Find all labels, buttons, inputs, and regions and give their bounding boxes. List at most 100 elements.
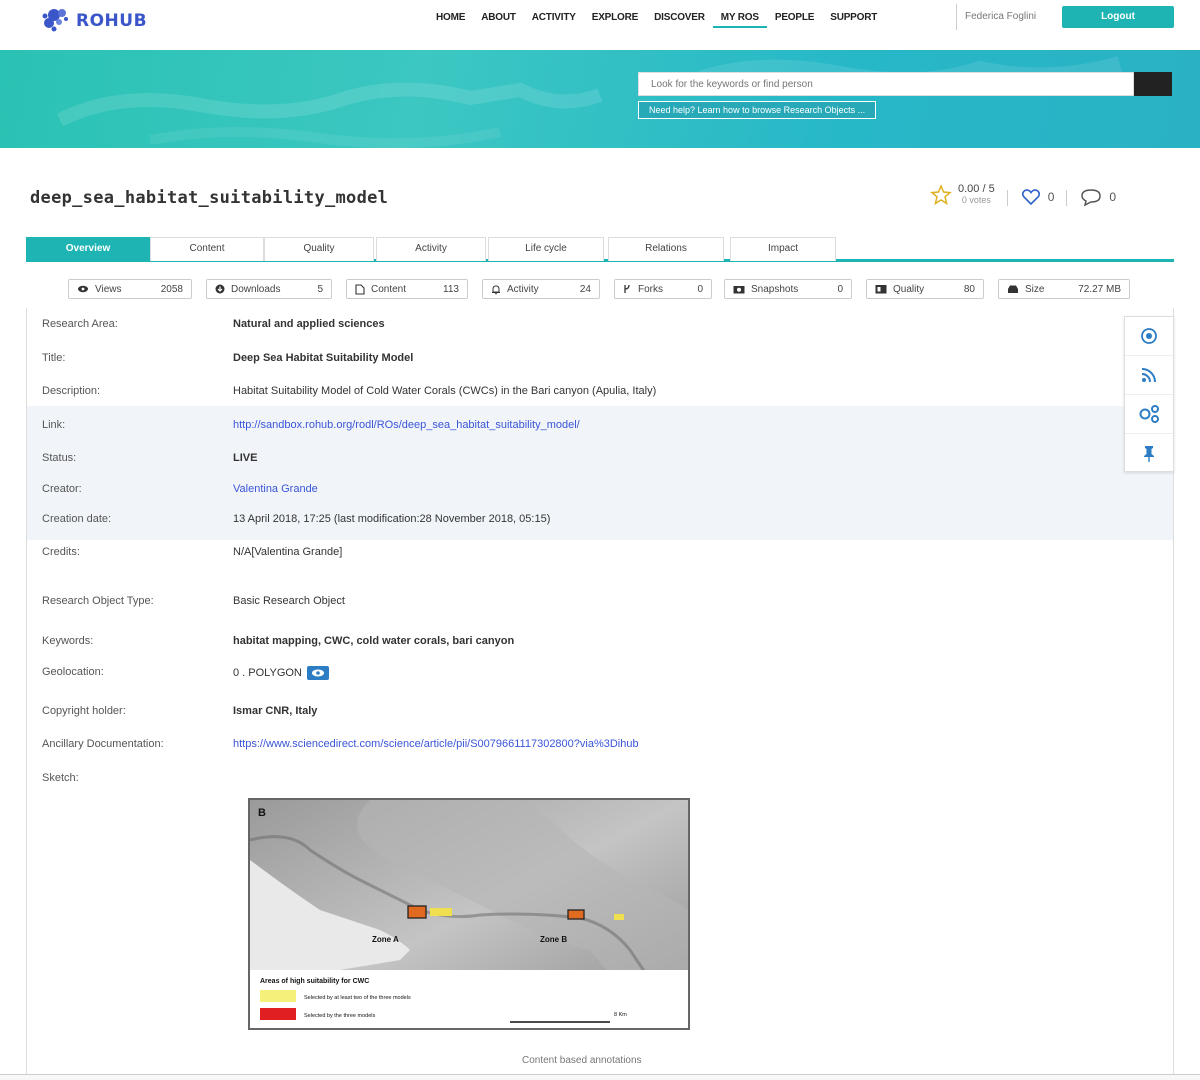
rss-button[interactable] <box>1125 356 1173 395</box>
comment-icon[interactable] <box>1079 186 1103 208</box>
tab-relations[interactable]: Relations <box>608 237 724 261</box>
stat-snapshots[interactable]: Snapshots 0 <box>724 279 852 299</box>
nav-discover[interactable]: DISCOVER <box>646 9 713 28</box>
detail-label: Creator: <box>42 483 82 495</box>
detail-value: habitat mapping, CWC, cold water corals,… <box>233 635 515 647</box>
stat-value: 24 <box>579 283 591 295</box>
stat-label: Views <box>95 283 122 295</box>
detail-value: Natural and applied sciences <box>233 318 385 330</box>
help-button[interactable]: Need help? Learn how to browse Research … <box>638 101 877 119</box>
search-icon <box>638 72 650 84</box>
stat-activity[interactable]: Activity 24 <box>482 279 600 299</box>
file-icon <box>355 283 365 295</box>
stat-content[interactable]: Content 113 <box>346 279 468 299</box>
eye-icon <box>311 669 324 677</box>
bathymetry-map-image: B Zone A Zone B Areas of high suitabilit… <box>250 800 688 1028</box>
camera-icon <box>733 286 745 294</box>
nav-home[interactable]: HOME <box>428 9 473 28</box>
logo-text: ROHUB <box>76 11 148 31</box>
main-nav: HOME ABOUT ACTIVITY EXPLORE DISCOVER MY … <box>428 9 885 28</box>
ro-rating-bar: 0.00 / 5 0 votes 0 0 <box>930 184 1116 210</box>
detail-label: Geolocation: <box>42 666 104 678</box>
tab-content[interactable]: Content <box>150 237 264 261</box>
view-map-button[interactable] <box>306 666 329 680</box>
zone-a-label: Zone A <box>372 935 399 944</box>
creator-link[interactable]: Valentina Grande <box>233 483 318 495</box>
scale-bar-label: 8 Km <box>614 1012 627 1018</box>
search-banner: Need help? Learn how to browse Research … <box>0 50 1200 148</box>
stat-size[interactable]: Size 72.27 MB <box>998 279 1130 299</box>
legend-title: Areas of high suitability for CWC <box>260 978 369 985</box>
horizontal-scrollbar[interactable] <box>0 1074 1200 1080</box>
stat-quality[interactable]: Quality 80 <box>866 279 984 299</box>
detail-label: Link: <box>42 419 66 431</box>
rating-value: 0.00 / 5 <box>958 183 995 195</box>
stat-downloads[interactable]: Downloads 5 <box>206 279 332 299</box>
detail-label: Description: <box>42 385 101 397</box>
stat-value: 0 <box>697 283 703 295</box>
rss-icon <box>1141 368 1156 383</box>
nav-people[interactable]: PEOPLE <box>767 9 822 28</box>
detail-label: Credits: <box>42 546 80 558</box>
tab-activity[interactable]: Activity <box>376 237 486 261</box>
search-bar <box>638 72 1172 96</box>
detail-label: Keywords: <box>42 635 94 647</box>
search-input[interactable] <box>638 72 1134 96</box>
divider <box>1066 190 1068 206</box>
stat-label: Forks <box>638 283 663 295</box>
detail-label: Title: <box>42 352 66 364</box>
detail-label: Status: <box>42 452 77 464</box>
legend-red-label: Selected by the three models <box>304 1013 375 1019</box>
stat-label: Activity <box>507 283 539 295</box>
heart-icon[interactable] <box>1020 186 1042 208</box>
detail-value: Deep Sea Habitat Suitability Model <box>233 352 414 364</box>
detail-value: 0 . POLYGON <box>233 666 302 679</box>
tab-overview[interactable]: Overview <box>26 237 150 261</box>
ancillary-link[interactable]: https://www.sciencedirect.com/science/ar… <box>233 738 639 750</box>
detail-label: Research Area: <box>42 318 118 330</box>
highlighted-rows-background <box>27 406 1173 540</box>
stat-forks[interactable]: Forks 0 <box>614 279 712 299</box>
detail-value: N/A[Valentina Grande] <box>233 546 343 558</box>
tab-life-cycle[interactable]: Life cycle <box>488 237 604 261</box>
pin-button[interactable] <box>1125 434 1173 473</box>
ro-link[interactable]: http://sandbox.rohub.org/rodl/ROs/deep_s… <box>233 419 580 431</box>
side-toolbar <box>1124 316 1174 472</box>
stat-value: 5 <box>317 283 323 295</box>
stat-views[interactable]: Views 2058 <box>68 279 192 299</box>
nav-about[interactable]: ABOUT <box>473 9 524 28</box>
detail-value: Habitat Suitability Model of Cold Water … <box>233 385 657 397</box>
sketch-image[interactable]: B Zone A Zone B Areas of high suitabilit… <box>248 798 690 1030</box>
storage-icon <box>1008 285 1018 293</box>
detail-label: Copyright holder: <box>42 705 126 717</box>
nav-explore[interactable]: EXPLORE <box>584 9 646 28</box>
detail-value: Ismar CNR, Italy <box>233 705 318 717</box>
detail-value-wrap: 0 . POLYGON <box>233 666 329 680</box>
eye-icon <box>1141 328 1157 344</box>
share-icon <box>1139 405 1159 423</box>
user-name[interactable]: Federica Foglini <box>956 4 1036 30</box>
watch-button[interactable] <box>1125 317 1173 356</box>
detail-label: Research Object Type: <box>42 595 154 607</box>
page-title: deep_sea_habitat_suitability_model <box>30 188 389 208</box>
nav-activity[interactable]: ACTIVITY <box>524 9 584 28</box>
star-icon[interactable] <box>930 184 952 206</box>
nav-support[interactable]: SUPPORT <box>822 9 885 28</box>
logo-icon <box>42 9 68 32</box>
rohub-logo[interactable]: ROHUB <box>40 4 147 38</box>
sketch-panel-letter: B <box>258 807 266 819</box>
rating-score: 0.00 / 5 0 votes <box>958 184 995 206</box>
nav-my-ros[interactable]: MY ROS <box>712 9 767 28</box>
logout-button[interactable]: Logout <box>1062 6 1174 28</box>
stat-value: 0 <box>837 283 843 295</box>
stat-value: 2058 <box>160 283 183 295</box>
share-button[interactable] <box>1125 395 1173 434</box>
status-badge: LIVE <box>233 452 258 464</box>
top-navbar: ROHUB HOME ABOUT ACTIVITY EXPLORE DISCOV… <box>0 0 1200 50</box>
sketch-caption: Content based annotations <box>522 1055 642 1066</box>
search-button[interactable] <box>638 72 1172 96</box>
tab-quality[interactable]: Quality <box>264 237 374 261</box>
detail-label: Sketch: <box>42 772 79 784</box>
tab-impact[interactable]: Impact <box>730 237 836 261</box>
stats-bar: Views 2058 Downloads 5 Content 113 Activ… <box>0 279 1200 299</box>
